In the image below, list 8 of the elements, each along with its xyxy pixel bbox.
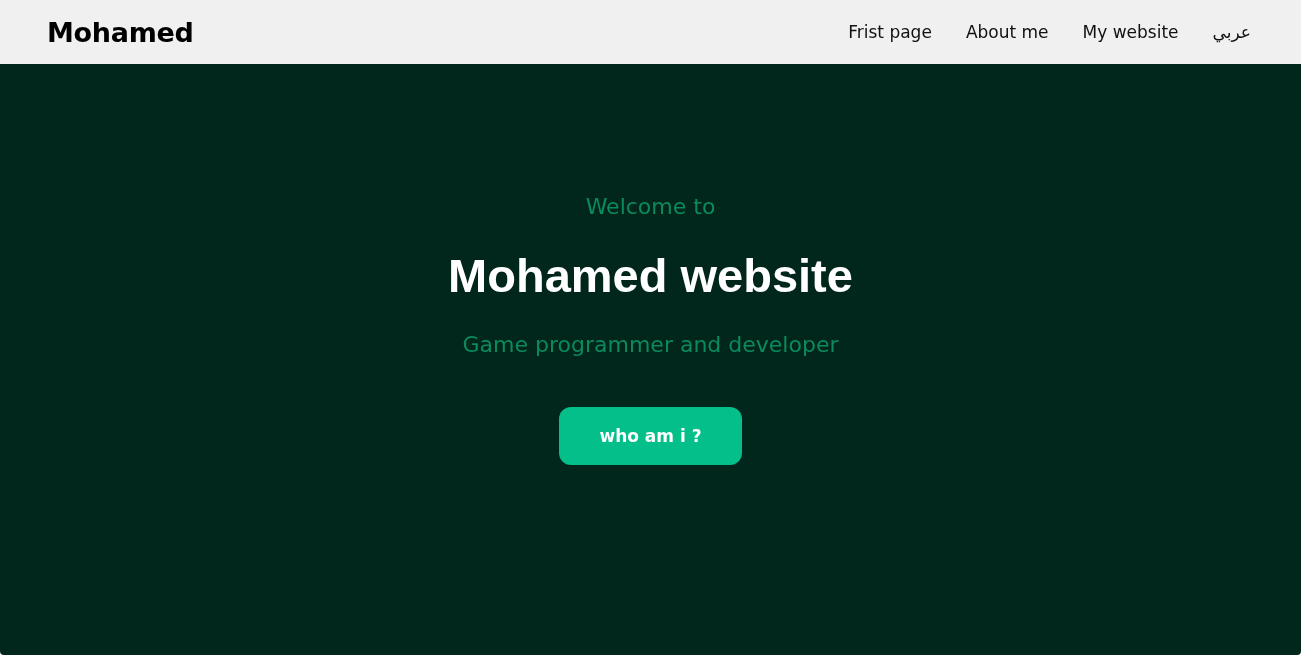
hero-subtitle: Game programmer and developer	[462, 331, 839, 359]
nav-link[interactable]: About me	[965, 22, 1049, 42]
site-logo[interactable]: Mohamed	[47, 16, 194, 48]
hero-eyebrow: Welcome to	[585, 193, 716, 221]
nav-link[interactable]: عربي	[1212, 22, 1251, 42]
hero-title: Mohamed website	[448, 248, 853, 304]
nav-link[interactable]: My website	[1082, 22, 1179, 42]
nav-link[interactable]: Frist page	[848, 22, 932, 42]
